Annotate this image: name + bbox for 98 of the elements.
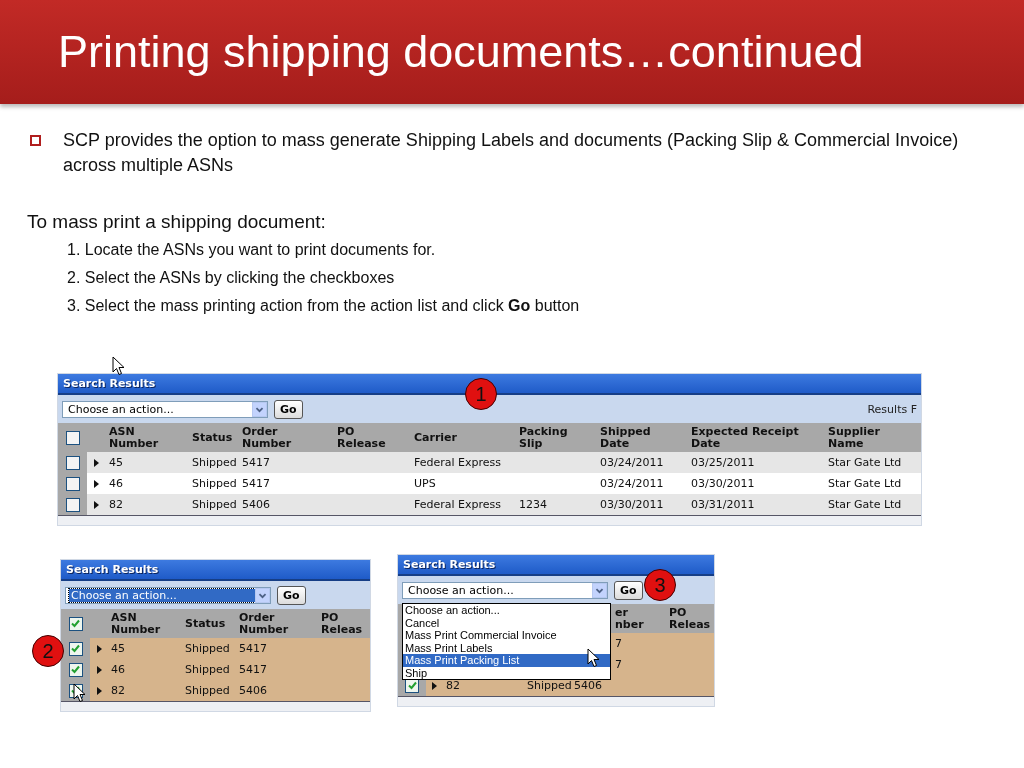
- expand-arrow-icon[interactable]: [94, 458, 99, 467]
- menu-item[interactable]: Choose an action...: [403, 604, 610, 617]
- table-cell-text: 03/25/2011: [690, 456, 755, 469]
- step-badge: 2: [32, 635, 64, 667]
- expand-arrow-icon[interactable]: [96, 686, 102, 695]
- table-row[interactable]: 82 Shipped 5406 Federal Express 1234 03/30/2011 03/31/2011 Star Gate Ltd: [58, 494, 921, 515]
- table-cell-text: Star Gate Ltd: [827, 477, 902, 490]
- table-row[interactable]: 45 Shipped 5417: [61, 638, 370, 659]
- expand-arrow-icon[interactable]: [94, 500, 99, 509]
- table-cell-text: 03/30/2011: [599, 498, 664, 511]
- slide-title: Printing shipping documents…continued: [58, 26, 864, 78]
- table-cell-text: Shipped: [191, 477, 237, 490]
- table-cell-text: 46: [108, 477, 123, 490]
- intro-text: To mass print a shipping document:: [27, 211, 327, 233]
- caret-icon: [252, 401, 267, 417]
- caret-icon: [592, 582, 607, 598]
- checkbox[interactable]: [65, 476, 80, 491]
- table-cell-text: 82: [108, 498, 123, 511]
- checkbox[interactable]: [68, 616, 83, 631]
- step-text: 2. Select the ASNs by clicking the checkboxes: [67, 268, 396, 288]
- go-button[interactable]: Go: [274, 399, 303, 419]
- go-button[interactable]: Go: [614, 580, 643, 600]
- column-header: Shipped Date: [599, 425, 651, 450]
- expand-arrow-icon[interactable]: [96, 644, 102, 653]
- checkbox[interactable]: [65, 455, 80, 470]
- action-dropdown[interactable]: Choose an action...: [65, 586, 271, 604]
- table-cell-text: 5406: [238, 684, 267, 697]
- expand-arrow-icon[interactable]: [432, 681, 437, 690]
- step-text: 3. Select the mass printing action from the action list and click Go button: [67, 296, 581, 316]
- table-cell-text: Star Gate Ltd: [827, 498, 902, 511]
- action-dropdown[interactable]: Choose an action...: [62, 400, 268, 418]
- column-header: Status: [191, 432, 233, 444]
- table-cell-text: 03/30/2011: [690, 477, 755, 490]
- table-cell-text: Shipped: [191, 498, 237, 511]
- table-cell-text: 5417: [238, 663, 267, 676]
- results-label: Results F: [867, 402, 917, 416]
- caret-icon: [255, 587, 270, 603]
- bullet-text: SCP provides the option to mass generate Shipping Labels and documents (Packing Slip & Commercial Invoice) across multiple ASNs: [63, 129, 960, 177]
- table-cell-text: Shipped: [191, 456, 237, 469]
- table-cell-text: 03/31/2011: [690, 498, 755, 511]
- column-header: Status: [184, 618, 226, 630]
- go-button[interactable]: Go: [277, 585, 306, 605]
- table-cell-text: 45: [110, 642, 125, 655]
- table-cell-text: 82: [445, 679, 460, 692]
- table-cell-text: 5417: [238, 642, 267, 655]
- column-header: Supplier Name: [827, 425, 880, 450]
- table-cell-text: 03/24/2011: [599, 456, 664, 469]
- table-cell-text: Federal Express: [413, 498, 501, 511]
- column-header: PO Releas: [668, 606, 711, 631]
- column-header: Order Number: [238, 611, 289, 636]
- table-cell-text: Shipped: [526, 679, 572, 692]
- panel-title: Search Results: [403, 558, 496, 571]
- column-header: ASN Number: [108, 425, 159, 450]
- panel-title: Search Results: [63, 377, 156, 390]
- table-cell-text: 5417: [241, 477, 270, 490]
- table-cell-text: 82: [110, 684, 125, 697]
- table-cell-text: Federal Express: [413, 456, 501, 469]
- column-header: PO Releas: [320, 611, 363, 636]
- cursor-icon: [73, 683, 86, 703]
- table-row[interactable]: 45 Shipped 5417 Federal Express 03/24/2011 03/25/2011 Star Gate Ltd: [58, 452, 921, 473]
- table-cell-text: Shipped: [184, 684, 230, 697]
- expand-arrow-icon[interactable]: [96, 665, 102, 674]
- column-header: ASN Number: [110, 611, 161, 636]
- table-cell-text: 03/24/2011: [599, 477, 664, 490]
- column-header: er nber: [614, 606, 644, 631]
- checkbox[interactable]: [68, 662, 83, 677]
- table-cell-text: 1234: [518, 498, 547, 511]
- table-cell-text: Shipped: [184, 663, 230, 676]
- column-header: Packing Slip: [518, 425, 568, 450]
- column-header: Expected Receipt Date: [690, 425, 799, 450]
- checkbox[interactable]: [65, 430, 80, 445]
- menu-item[interactable]: Mass Print Labels: [403, 641, 610, 654]
- menu-item[interactable]: Cancel: [403, 616, 610, 629]
- table-cell-text: 7: [614, 658, 622, 671]
- table-cell-text: 7: [614, 637, 622, 650]
- column-header: PO Release: [336, 425, 386, 450]
- column-header: Carrier: [413, 432, 457, 444]
- table-cell-text: Shipped: [184, 642, 230, 655]
- step-text: 1. Locate the ASNs you want to print documents for.: [67, 240, 437, 260]
- cursor-icon: [587, 648, 600, 668]
- table-row[interactable]: 82 Shipped 5406: [61, 680, 370, 701]
- bullet-icon: [30, 135, 41, 146]
- table-cell-text: 45: [108, 456, 123, 469]
- expand-arrow-icon[interactable]: [94, 479, 99, 488]
- panel-title: Search Results: [66, 563, 159, 576]
- table-cell-text: 5406: [573, 679, 602, 692]
- checkbox[interactable]: [65, 497, 80, 512]
- column-header: Order Number: [241, 425, 292, 450]
- checkbox[interactable]: [68, 641, 83, 656]
- table-row[interactable]: 46 Shipped 5417: [61, 659, 370, 680]
- table-cell-text: UPS: [413, 477, 436, 490]
- table-cell-text: 46: [110, 663, 125, 676]
- table-cell-text: Star Gate Ltd: [827, 456, 902, 469]
- action-dropdown[interactable]: Choose an action...: [402, 581, 608, 599]
- menu-item[interactable]: Mass Print Commercial Invoice: [403, 629, 610, 642]
- table-cell-text: 5417: [241, 456, 270, 469]
- menu-item[interactable]: Mass Print Packing List: [403, 654, 610, 667]
- table-cell-text: 5406: [241, 498, 270, 511]
